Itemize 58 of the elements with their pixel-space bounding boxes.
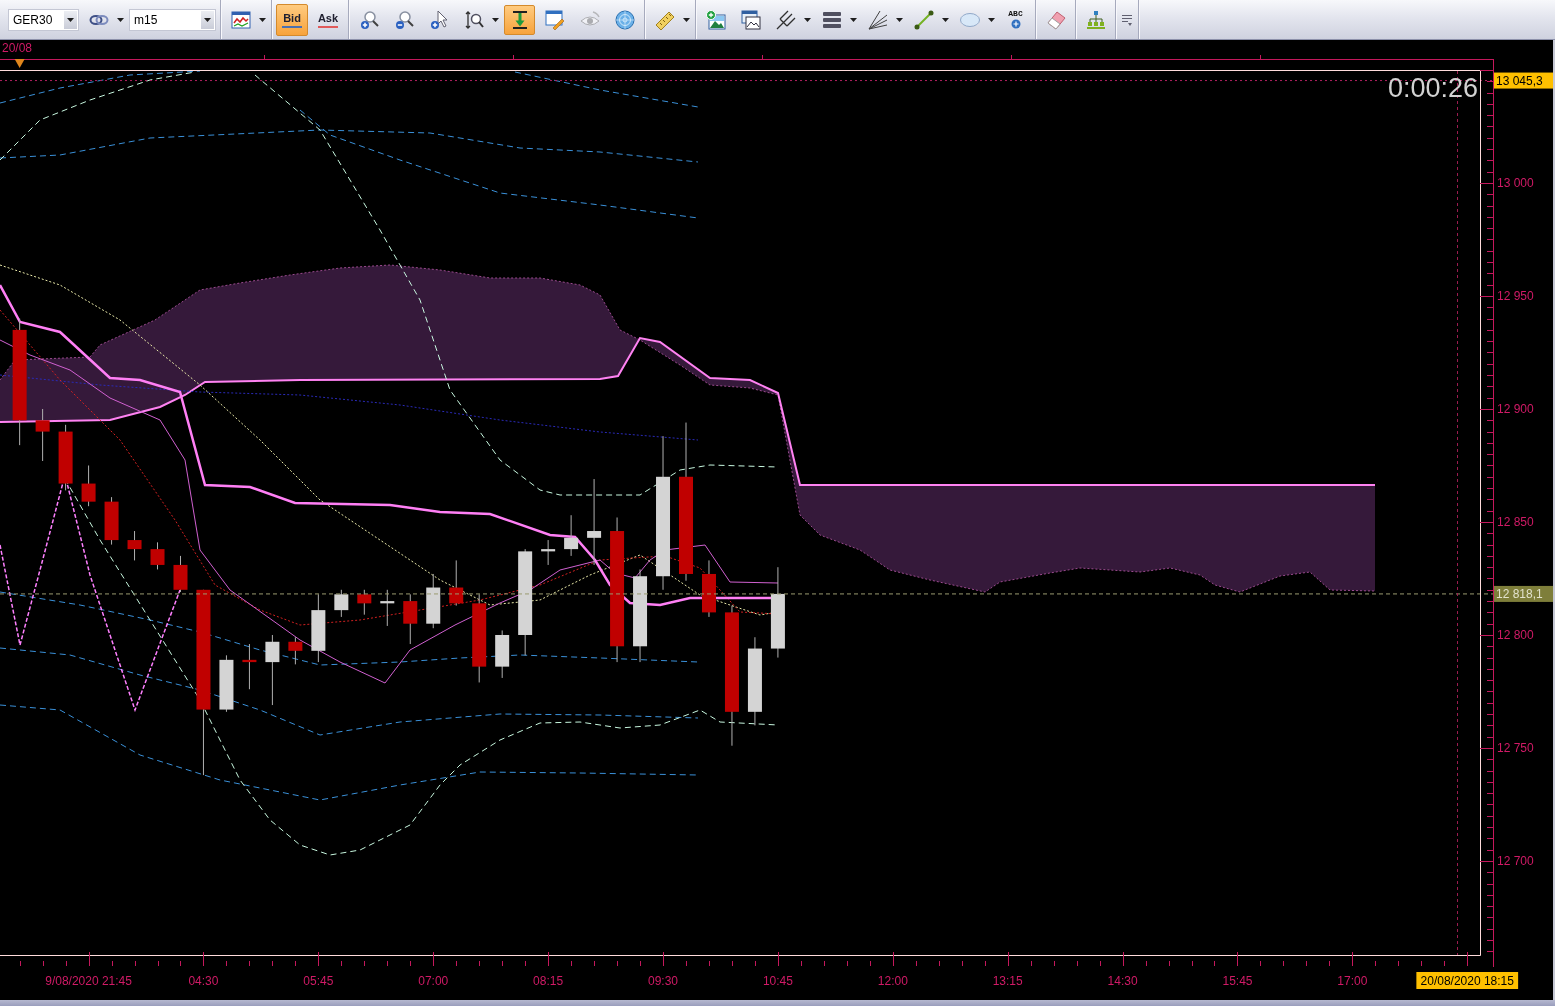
zoom-out-icon (393, 9, 414, 30)
time-axis-label: 04:30 (188, 974, 219, 988)
time-axis-label: 9/08/2020 21:45 (45, 974, 132, 988)
price-toggle[interactable]: Ask (312, 3, 344, 36)
price-tag: 12 818,1 (1494, 585, 1553, 602)
price-axis-label: 12 750 (1497, 741, 1534, 755)
price-axis-label: 12 700 (1497, 854, 1534, 868)
time-axis-label: 13:15 (992, 974, 1023, 988)
caret-icon (987, 17, 995, 22)
hierarchy-icon (1085, 9, 1106, 30)
eraser-icon (1045, 9, 1066, 30)
time-tag: 20/08/2020 18:15 (1416, 972, 1519, 989)
price-axis-label: 12 950 (1497, 289, 1534, 303)
caret-icon (849, 17, 857, 22)
image-plus-icon (705, 9, 726, 30)
text-tool-button[interactable]: ABC (1000, 4, 1031, 35)
window-pencil-icon (544, 9, 565, 30)
ellipse-icon (959, 12, 980, 27)
price-tag: 13 045,3 (1494, 72, 1553, 89)
caret-icon (803, 17, 811, 22)
plus-circle-icon (1010, 19, 1021, 29)
overflow-menu-icon (1122, 13, 1132, 26)
zoom-in-icon (358, 9, 379, 30)
time-axis-label: 07:00 (418, 974, 449, 988)
date-label: 20/08 (2, 41, 33, 55)
price-axis-label: 13 000 (1497, 176, 1534, 190)
caret-icon (941, 17, 949, 22)
stacked-bars-icon (821, 10, 842, 29)
price-axis-label: 12 800 (1497, 628, 1534, 642)
globe-icon (614, 9, 635, 30)
caret-icon (116, 17, 124, 22)
chain-links-icon (88, 13, 109, 26)
caret-icon (895, 17, 903, 22)
time-axis-label: 08:15 (533, 974, 564, 988)
time-axis-label: 12:00 (877, 974, 908, 988)
caret-icon (682, 17, 690, 22)
ruler-icon (654, 9, 675, 30)
fan-lines-icon (867, 9, 888, 30)
time-axis-label: 14:30 (1107, 974, 1138, 988)
time-axis-label: 17:00 (1337, 974, 1368, 988)
price-axis-label: 12 900 (1497, 402, 1534, 416)
pitchfork-icon (775, 9, 796, 30)
image-window-icon (740, 9, 761, 30)
caret-icon (258, 17, 266, 22)
caret-icon (491, 17, 499, 22)
vertical-zoom-icon (463, 9, 484, 30)
time-axis-label: 09:30 (648, 974, 679, 988)
time-axis-label: 15:45 (1222, 974, 1253, 988)
cursor-plus-icon (428, 9, 449, 30)
countdown-timer: 0:00:26 (1387, 73, 1478, 103)
chart-window-icon (230, 10, 251, 29)
time-axis-label: 10:45 (762, 974, 793, 988)
price-toggle[interactable]: Bid (276, 3, 308, 36)
time-axis-label: 05:45 (303, 974, 334, 988)
triangle-marker-icon (14, 59, 25, 68)
auto-scroll-button[interactable] (504, 4, 535, 35)
line-segment-icon (913, 9, 934, 30)
price-axis-label: 12 850 (1497, 515, 1534, 529)
